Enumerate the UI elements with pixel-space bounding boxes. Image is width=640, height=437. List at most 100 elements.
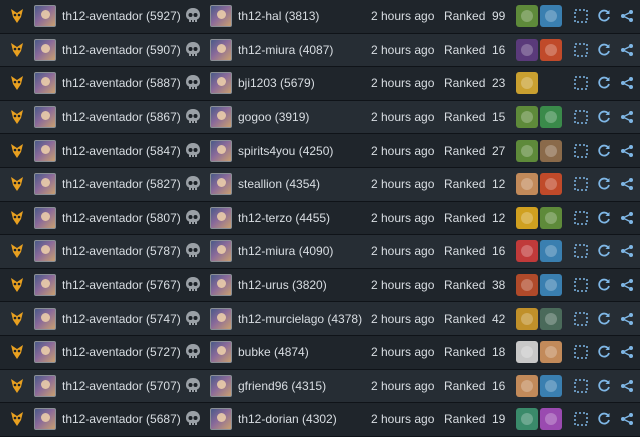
opponent-avatar-image [210,307,232,330]
expand-view-icon[interactable] [574,76,588,91]
share-icon[interactable] [620,9,634,23]
opponent-avatar [210,370,232,403]
opponent-name[interactable]: th12-murcielago (4378) [238,302,362,335]
opponent-name[interactable]: th12-dorian (4302) [238,403,337,436]
scroll-card-icon [516,173,538,196]
expand-view-icon[interactable] [574,177,588,192]
player-name[interactable]: th12-aventador (5767) [62,269,181,302]
turn-count: 42 [492,311,506,326]
share-icon[interactable] [620,110,634,124]
match-row[interactable]: th12-aventador (5827) steallion (4354) 2 h… [0,168,640,202]
share-icon[interactable] [620,244,634,258]
player-name[interactable]: th12-aventador (5867) [62,101,181,134]
replay-icon[interactable] [597,177,611,191]
share-icon[interactable] [620,345,634,359]
share-icon[interactable] [620,412,634,426]
opponent-name[interactable]: spirits4you (4250) [238,134,333,167]
replay-icon[interactable] [597,211,611,225]
player-avatar-image [34,38,56,61]
opponent-name[interactable]: bubke (4874) [238,336,309,369]
match-row[interactable]: th12-aventador (5707) gfriend96 (4315) 2 h… [0,369,640,404]
opponent-name[interactable]: th12-miura (4090) [238,235,333,268]
match-row[interactable]: th12-aventador (5807) th12-terzo (4455) 2 … [0,201,640,236]
replay-icon[interactable] [597,144,611,158]
match-row[interactable]: th12-aventador (5787) th12-miura (4090) 2 … [0,235,640,269]
replay-icon[interactable] [597,9,611,23]
replay-icon[interactable] [597,312,611,326]
match-time: 2 hours ago [371,42,435,57]
expand-view-icon[interactable] [574,379,588,393]
turn-count: 23 [492,76,506,91]
turn-count: 15 [492,110,506,125]
match-row[interactable]: th12-aventador (5767) th12-urus (3820) 2 h… [0,268,640,303]
opponent-name[interactable]: th12-urus (3820) [238,269,327,302]
share-icon[interactable] [620,211,634,225]
match-row[interactable]: th12-aventador (5927) th12-hal (3813) 2 ho… [0,0,640,34]
goblin-mode-icon [8,168,26,201]
dark-creature-card-icon [516,38,538,61]
player-name[interactable]: th12-aventador (5887) [62,67,181,100]
expand-view-icon[interactable] [574,110,588,124]
replay-icon[interactable] [597,110,611,124]
player-name[interactable]: th12-aventador (5687) [62,403,181,436]
expand-view-icon[interactable] [574,412,588,427]
match-row[interactable]: th12-aventador (5727) bubke (4874) 2 hours… [0,336,640,370]
share-icon[interactable] [620,278,634,292]
opponent-name[interactable]: gfriend96 (4315) [238,370,326,403]
replay-icon[interactable] [597,76,611,90]
match-row[interactable]: th12-aventador (5887) bji1203 (5679) 2 hou… [0,67,640,101]
replay-icon[interactable] [597,278,611,292]
match-row[interactable]: th12-aventador (5907) th12-miura (4087) 2 … [0,33,640,68]
opponent-avatar [210,336,232,369]
share-icon[interactable] [620,379,634,393]
opponent-name[interactable]: th12-miura (4087) [238,34,333,67]
opponent-name[interactable]: gogoo (3919) [238,101,309,134]
replay-icon[interactable] [597,244,611,258]
match-type: Ranked [444,9,486,24]
player-name[interactable]: th12-aventador (5847) [62,134,181,167]
replay-icon[interactable] [597,412,611,426]
opponent-name[interactable]: th12-hal (3813) [238,0,319,33]
opponent-avatar [210,202,232,235]
opponent-name[interactable]: th12-terzo (4455) [238,202,330,235]
replay-icon[interactable] [597,43,611,57]
player-name[interactable]: th12-aventador (5727) [62,336,181,369]
deck-cards [516,67,538,100]
player-name[interactable]: th12-aventador (5787) [62,235,181,268]
blue-spell-card-icon [540,5,562,28]
goblin-mode-icon [8,370,26,403]
expand-view-icon[interactable] [574,9,588,24]
match-row[interactable]: th12-aventador (5847) spirits4you (4250) 2… [0,134,640,168]
player-name[interactable]: th12-aventador (5707) [62,370,181,403]
expand-view-icon[interactable] [574,43,588,57]
golden-bell-card-icon [516,72,538,95]
expand-view-icon[interactable] [574,211,588,225]
opponent-avatar-image [210,139,232,162]
expand-view-icon[interactable] [574,278,588,292]
expand-view-icon[interactable] [574,345,588,360]
expand-view-icon[interactable] [574,244,588,259]
expand-view-icon[interactable] [574,311,588,326]
share-icon[interactable] [620,144,634,158]
player-name[interactable]: th12-aventador (5907) [62,34,181,67]
deck-cards [516,302,562,335]
expand-view-icon[interactable] [574,143,588,158]
row-actions [574,403,634,436]
replay-icon[interactable] [597,379,611,393]
player-name[interactable]: th12-aventador (5927) [62,0,181,33]
replay-icon[interactable] [597,345,611,359]
player-name[interactable]: th12-aventador (5827) [62,168,181,201]
share-icon[interactable] [620,43,634,57]
share-icon[interactable] [620,76,634,90]
player-name[interactable]: th12-aventador (5807) [62,202,181,235]
match-row[interactable]: th12-aventador (5747) th12-murcielago (43… [0,302,640,336]
opponent-name[interactable]: steallion (4354) [238,168,320,201]
opponent-avatar-image [210,5,232,28]
match-row[interactable]: th12-aventador (5867) gogoo (3919) 2 hours… [0,100,640,135]
opponent-name[interactable]: bji1203 (5679) [238,67,315,100]
opponent-avatar [210,403,232,436]
player-name[interactable]: th12-aventador (5747) [62,302,181,335]
share-icon[interactable] [620,177,634,191]
player-avatar [34,134,56,167]
share-icon[interactable] [620,312,634,326]
